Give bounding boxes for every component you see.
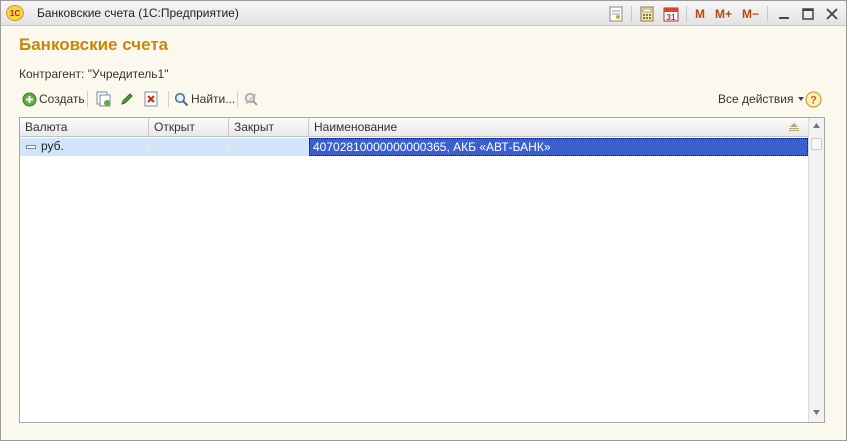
search-icon [174, 92, 189, 106]
separator [168, 91, 169, 107]
app-logo-icon[interactable]: 1С [6, 5, 24, 21]
memory-store-button[interactable]: M [693, 5, 707, 23]
sort-icon[interactable] [788, 123, 800, 132]
name-cell[interactable]: 40702810000000000365, АКБ «АВТ-БАНК» [309, 138, 808, 156]
svg-text:?: ? [810, 94, 817, 106]
memory-subtract-button[interactable]: M− [740, 5, 761, 23]
delete-icon [144, 91, 158, 107]
create-button[interactable]: Создать [22, 89, 85, 109]
bank-accounts-table[interactable]: Валюта Открыт Закрыт Наименование руб. 4… [19, 117, 825, 423]
document-icon[interactable] [607, 5, 625, 23]
column-header-name[interactable]: Наименование [309, 118, 808, 137]
delete-button[interactable] [144, 89, 158, 109]
calendar-day-text: 31 [667, 13, 676, 22]
currency-value: руб. [41, 139, 64, 153]
vertical-scrollbar[interactable] [808, 118, 824, 422]
help-icon: ? [805, 91, 822, 107]
separator [87, 91, 88, 107]
opened-cell[interactable] [149, 138, 229, 156]
kontragent-label: Контрагент: "Учредитель1" [19, 67, 169, 81]
table-row[interactable]: руб. 40702810000000000365, АКБ «АВТ-БАНК… [20, 138, 808, 156]
all-actions-menu[interactable]: Все действия [716, 89, 805, 109]
page-title: Банковские счета [19, 35, 169, 54]
cancel-search-button[interactable] [243, 89, 259, 109]
minus-icon [26, 144, 36, 149]
table-header: Валюта Открыт Закрыт Наименование [20, 118, 808, 137]
column-header-closed[interactable]: Закрыт [229, 118, 309, 137]
column-header-opened[interactable]: Открыт [149, 118, 229, 137]
calculator-icon[interactable] [638, 5, 656, 23]
cancel-search-icon [244, 92, 258, 106]
maximize-button[interactable] [800, 6, 816, 22]
title-bar-tools: 31 M M+ M− [601, 4, 840, 23]
add-icon [22, 92, 37, 106]
minimize-button[interactable] [776, 6, 792, 22]
create-label: Создать [39, 92, 85, 106]
all-actions-label: Все действия [718, 92, 794, 106]
edit-button[interactable] [120, 89, 134, 109]
column-header-currency[interactable]: Валюта [20, 118, 149, 137]
scroll-thumb[interactable] [811, 138, 822, 150]
window-title: Банковские счета (1С:Предприятие) [37, 6, 239, 20]
bank-accounts-window: 1С Банковские счета (1С:Предприятие) 31 … [0, 0, 847, 441]
help-button[interactable]: ? [805, 89, 822, 109]
copy-icon [96, 91, 111, 107]
close-icon [826, 7, 838, 20]
separator [630, 5, 632, 22]
pencil-icon [121, 93, 133, 105]
scroll-up-icon[interactable] [812, 122, 821, 129]
copy-button[interactable] [95, 89, 111, 109]
separator [685, 5, 687, 22]
title-bar: 1С Банковские счета (1С:Предприятие) 31 … [1, 1, 846, 26]
find-label: Найти... [191, 92, 236, 106]
find-button[interactable]: Найти... [174, 89, 235, 109]
minimize-icon [779, 16, 789, 19]
close-button[interactable] [824, 6, 840, 22]
separator [237, 91, 238, 107]
scroll-down-icon[interactable] [812, 409, 821, 416]
calendar-icon[interactable]: 31 [662, 5, 680, 23]
maximize-icon [802, 7, 814, 20]
currency-cell[interactable]: руб. [20, 138, 149, 156]
closed-cell[interactable] [229, 138, 309, 156]
toolbar: Создать Найти... Все действия ? [19, 88, 830, 110]
separator [767, 5, 768, 22]
memory-add-button[interactable]: M+ [713, 5, 734, 23]
